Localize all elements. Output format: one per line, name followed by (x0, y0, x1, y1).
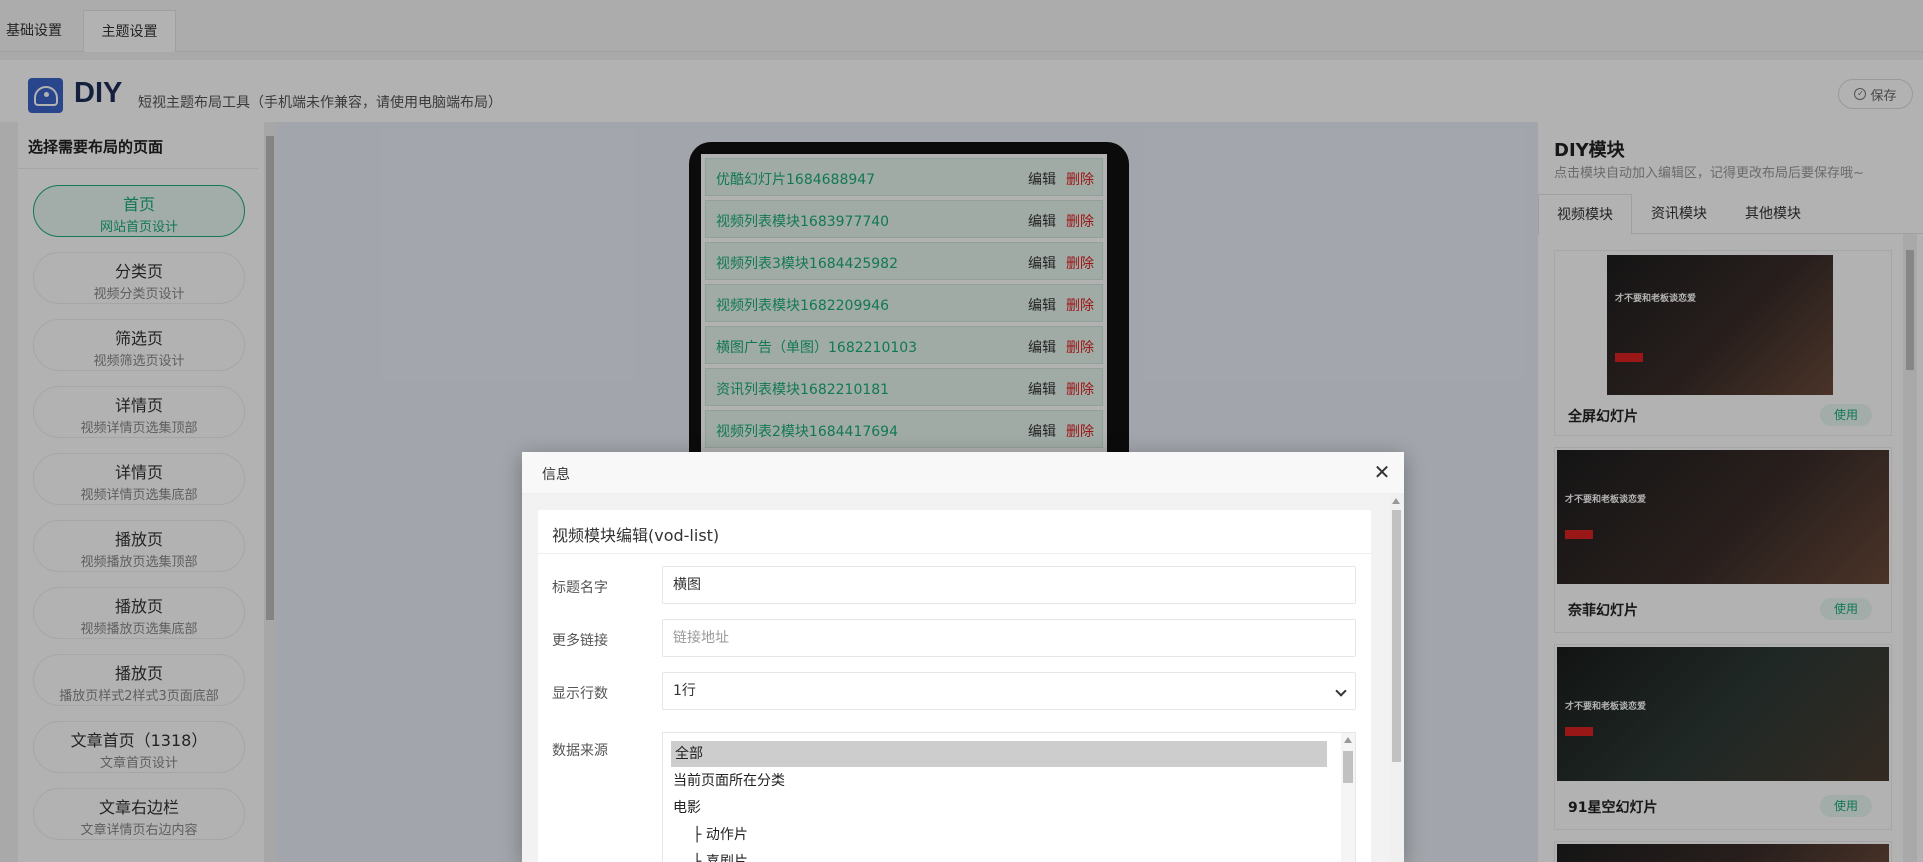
chevron-down-icon (1335, 685, 1347, 697)
rows-label: 显示行数 (552, 686, 608, 702)
dialog-header: 信息 ✕ (522, 452, 1404, 494)
edit-module-dialog: 信息 ✕ 视频模块编辑(vod-list) 标题名字 横图 更多链接 链接地址 … (522, 452, 1404, 862)
module-edit-form: 视频模块编辑(vod-list) 标题名字 横图 更多链接 链接地址 显示行数 … (538, 510, 1371, 862)
rows-select-value: 1行 (673, 683, 696, 699)
scroll-up-icon[interactable] (1344, 737, 1352, 743)
scrollbar-thumb[interactable] (1392, 510, 1401, 762)
more-link-label: 更多链接 (552, 633, 608, 649)
dialog-body: 视频模块编辑(vod-list) 标题名字 横图 更多链接 链接地址 显示行数 … (522, 494, 1404, 862)
source-option[interactable]: ├ 动作片 (693, 822, 748, 848)
form-title: 视频模块编辑(vod-list) (552, 526, 720, 545)
dialog-title: 信息 (542, 467, 570, 483)
title-input[interactable]: 横图 (662, 566, 1356, 604)
source-option[interactable]: 电影 (673, 795, 701, 821)
dialog-scrollbar[interactable] (1389, 494, 1404, 862)
scroll-up-icon[interactable] (1392, 498, 1400, 504)
listbox-scrollbar[interactable] (1341, 733, 1355, 862)
rows-select[interactable]: 1行 (662, 672, 1356, 710)
scrollbar-thumb[interactable] (1343, 751, 1353, 783)
title-label: 标题名字 (552, 580, 608, 596)
more-link-input[interactable]: 链接地址 (662, 619, 1356, 657)
divider (538, 553, 1371, 554)
source-option[interactable]: ├ 喜剧片 (693, 849, 748, 862)
source-label: 数据来源 (552, 743, 608, 759)
source-listbox[interactable]: 全部 当前页面所在分类 电影 ├ 动作片 ├ 喜剧片 (662, 732, 1356, 862)
source-option[interactable]: 当前页面所在分类 (673, 768, 785, 794)
close-icon[interactable]: ✕ (1371, 461, 1393, 483)
source-option[interactable]: 全部 (671, 741, 1327, 767)
